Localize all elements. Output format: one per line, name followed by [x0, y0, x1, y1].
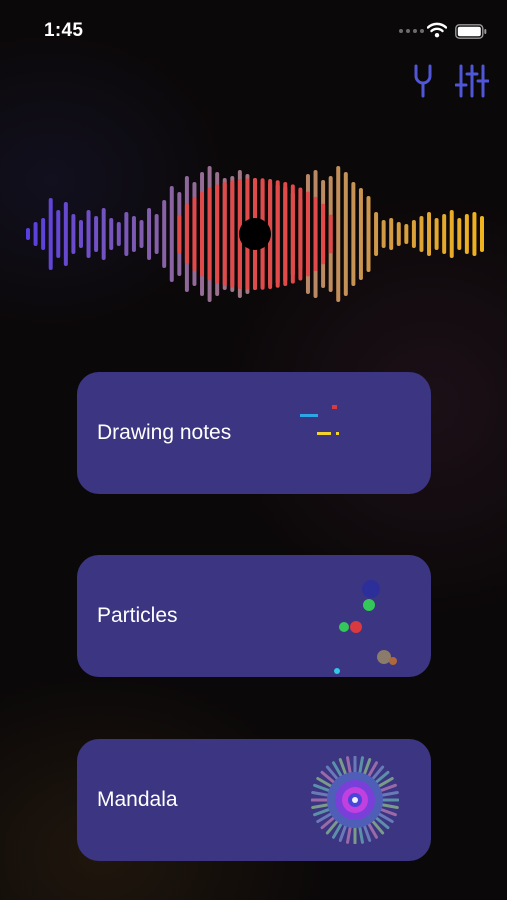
status-bar: 1:45 — [0, 0, 507, 60]
particles-button[interactable]: Particles — [77, 555, 431, 677]
particles-label: Particles — [97, 604, 178, 627]
wifi-icon — [427, 22, 447, 38]
drawing-notes-button[interactable]: Drawing notes — [77, 372, 431, 494]
mandala-preview-icon — [311, 756, 399, 844]
status-time: 1:45 — [44, 20, 84, 41]
cellular-signal-icon — [399, 29, 424, 33]
waveform-center-dot — [239, 218, 271, 250]
mandala-ring — [352, 797, 358, 803]
mandala-button[interactable]: Mandala — [77, 739, 431, 861]
particles-preview-icon — [334, 580, 397, 674]
battery-icon — [455, 24, 487, 39]
drawing-notes-preview-icon — [300, 405, 339, 435]
mandala-label: Mandala — [97, 788, 178, 811]
drawing-notes-label: Drawing notes — [97, 421, 232, 444]
sliders-icon[interactable] — [455, 64, 489, 98]
tuning-fork-icon[interactable] — [410, 64, 436, 98]
audio-waveform-visualizer — [26, 166, 484, 302]
